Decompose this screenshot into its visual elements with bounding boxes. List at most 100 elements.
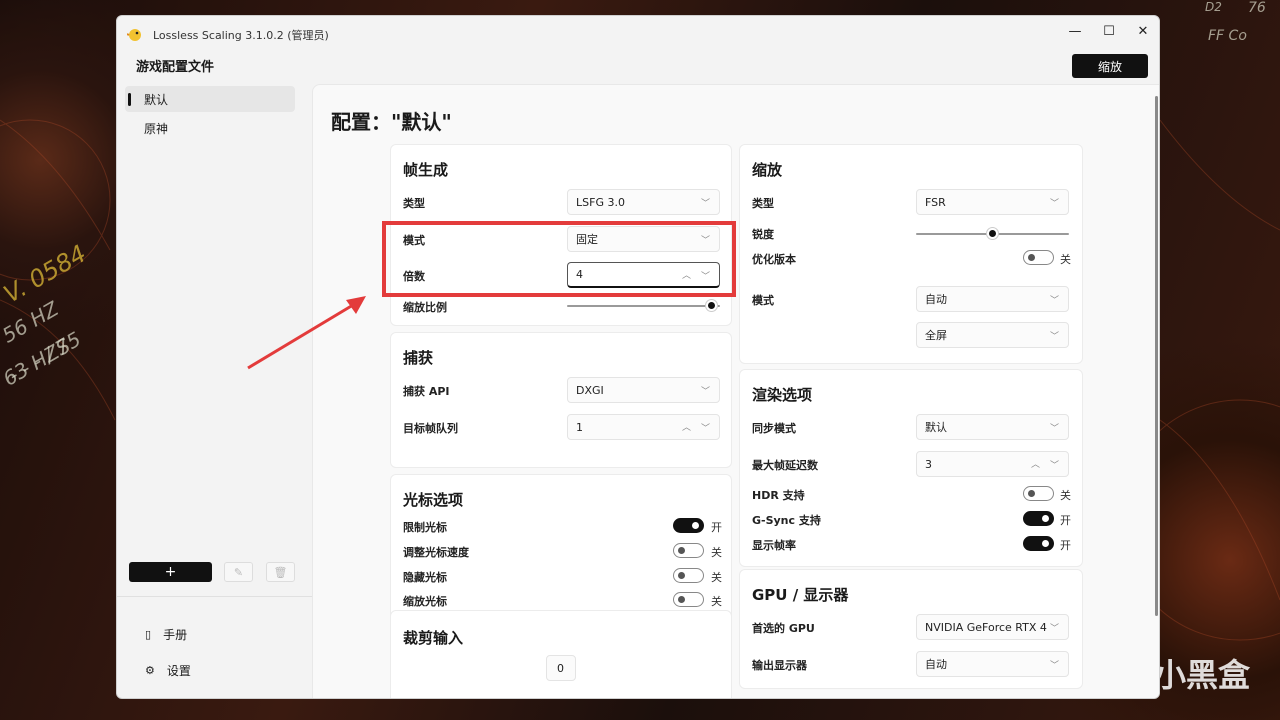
page-title: 配置："默认" [331,110,452,134]
select-value: FSR [925,195,946,209]
scaling-window-select[interactable]: 全屏 ﹀ [916,322,1069,348]
cursor-option-label: 调整光标速度 [403,546,469,559]
gear-icon: ⚙ [145,664,155,677]
gsync-label: G-Sync 支持 [752,514,821,527]
gpu-card: GPU / 显示器 首选的 GPU NVIDIA GeForce RTX 4 ﹀… [739,569,1083,689]
scrollbar[interactable] [1155,96,1158,616]
trash-icon: 🗑 [273,565,288,579]
chevron-down-icon: ﹀ [1049,296,1059,306]
slider-knob[interactable] [706,300,718,311]
toggle-state: 关 [1060,489,1071,502]
display-select[interactable]: 自动 ﹀ [916,651,1069,677]
profile-label: 默认 [144,92,169,107]
profile-label: 原神 [144,121,169,136]
cursor-option-label: 限制光标 [403,521,447,534]
background-text: 56 HZ [0,296,63,348]
highlight-box [382,221,736,297]
card-title: 光标选项 [403,491,464,509]
background-text: - - - / 75 [4,326,85,388]
optimized-toggle[interactable] [1023,250,1054,265]
latency-stepper[interactable]: 3 ︿ ﹀ [916,451,1069,477]
scaling-mode-select[interactable]: 自动 ﹀ [916,286,1069,312]
close-button[interactable]: ✕ [1126,16,1159,46]
frame-gen-type-select[interactable]: LSFG 3.0 ﹀ [567,189,720,215]
card-title: 缩放 [752,161,783,179]
slider-knob[interactable] [986,228,998,239]
toggle-state: 开 [1060,514,1071,527]
type-label: 类型 [752,197,774,210]
capture-api-select[interactable]: DXGI ﹀ [567,377,720,403]
card-title: 帧生成 [403,161,449,179]
select-value: 自动 [925,658,947,671]
crop-top-input[interactable]: 0 [546,655,576,681]
input-value: 0 [557,661,564,675]
profile-item-genshin[interactable]: 原神 [125,115,295,141]
cursor-card: 光标选项 限制光标 开 调整光标速度 关 隐藏光标 关 缩放光标 关 [390,474,732,620]
select-value: DXGI [576,383,604,397]
cursor-speed-toggle[interactable] [673,543,704,558]
hide-cursor-toggle[interactable] [673,568,704,583]
optimized-label: 优化版本 [752,253,796,266]
chevron-down-icon: ﹀ [1049,624,1059,634]
capture-card: 捕获 捕获 API DXGI ﹀ 目标帧队列 1 ︿ ﹀ [390,332,732,468]
card-title: 裁剪输入 [403,629,464,647]
background-text: FF Co [1208,28,1247,44]
chevron-down-icon: ﹀ [1049,199,1059,209]
gpu-label: 首选的 GPU [752,622,815,635]
scaling-type-select[interactable]: FSR ﹀ [916,189,1069,215]
pencil-icon: ✎ [233,565,244,579]
scale-cursor-toggle[interactable] [673,592,704,607]
background-text: V. 0584 [0,239,91,309]
scale-ratio-slider[interactable] [567,300,720,311]
chevron-down-icon[interactable]: ﹀ [701,421,710,434]
edit-profile-button[interactable]: ✎ [224,562,253,582]
gpu-select[interactable]: NVIDIA GeForce RTX 4 ﹀ [916,614,1069,640]
scale-ratio-label: 缩放比例 [403,301,447,314]
chevron-down-icon[interactable]: ﹀ [1050,458,1059,471]
sharpness-label: 锐度 [752,228,774,241]
scale-button[interactable]: 缩放 [1072,54,1148,78]
toggle-state: 开 [1060,539,1071,552]
add-profile-button[interactable]: + [129,562,212,582]
nav-label: 手册 [163,628,188,642]
book-icon: ▯ [145,628,152,641]
delete-profile-button[interactable]: 🗑 [266,562,295,582]
maximize-button[interactable]: ☐ [1092,16,1126,46]
sharpness-slider[interactable] [916,228,1069,239]
select-value: NVIDIA GeForce RTX 4 [925,620,1047,634]
toggle-state: 关 [1060,253,1071,266]
cursor-option-label: 隐藏光标 [403,571,447,584]
chevron-up-icon[interactable]: ︿ [1031,457,1040,470]
background-text: 63 HZS [0,333,75,391]
stepper-value: 1 [576,420,583,434]
background-text: 76 [1248,0,1266,16]
window-title: Lossless Scaling 3.1.0.2 (管理员) [153,29,329,42]
nav-item-settings[interactable]: ⚙ 设置 [145,662,191,679]
limit-cursor-toggle[interactable] [673,518,704,533]
chevron-down-icon: ﹀ [1049,424,1059,434]
sync-mode-select[interactable]: 默认 ﹀ [916,414,1069,440]
background-text: D2 [1205,0,1222,14]
annotation-arrow [247,296,366,370]
display-label: 输出显示器 [752,659,807,672]
toggle-state: 关 [711,595,722,608]
profile-item-default[interactable]: 默认 [125,86,295,112]
nav-item-manual[interactable]: ▯ 手册 [145,626,187,643]
show-fps-label: 显示帧率 [752,539,796,552]
title-bar[interactable]: Lossless Scaling 3.1.0.2 (管理员) — ☐ ✕ [117,16,1159,52]
toggle-state: 关 [711,571,722,584]
app-logo-icon [126,26,143,42]
chevron-up-icon[interactable]: ︿ [682,420,691,433]
show-fps-toggle[interactable] [1023,536,1054,551]
type-label: 类型 [403,197,425,210]
scaling-card: 缩放 类型 FSR ﹀ 锐度 优化版本 关 模式 自动 ﹀ 全屏 ﹀ [739,144,1083,364]
card-title: 渲染选项 [752,386,813,404]
minimize-button[interactable]: — [1058,16,1092,46]
watermark-text: 小黑盒 [1153,656,1250,694]
select-value: 全屏 [925,329,947,342]
toggle-state: 关 [711,546,722,559]
hdr-toggle[interactable] [1023,486,1054,501]
frame-queue-stepper[interactable]: 1 ︿ ﹀ [567,414,720,440]
gsync-toggle[interactable] [1023,511,1054,526]
chevron-down-icon: ﹀ [1049,332,1059,342]
